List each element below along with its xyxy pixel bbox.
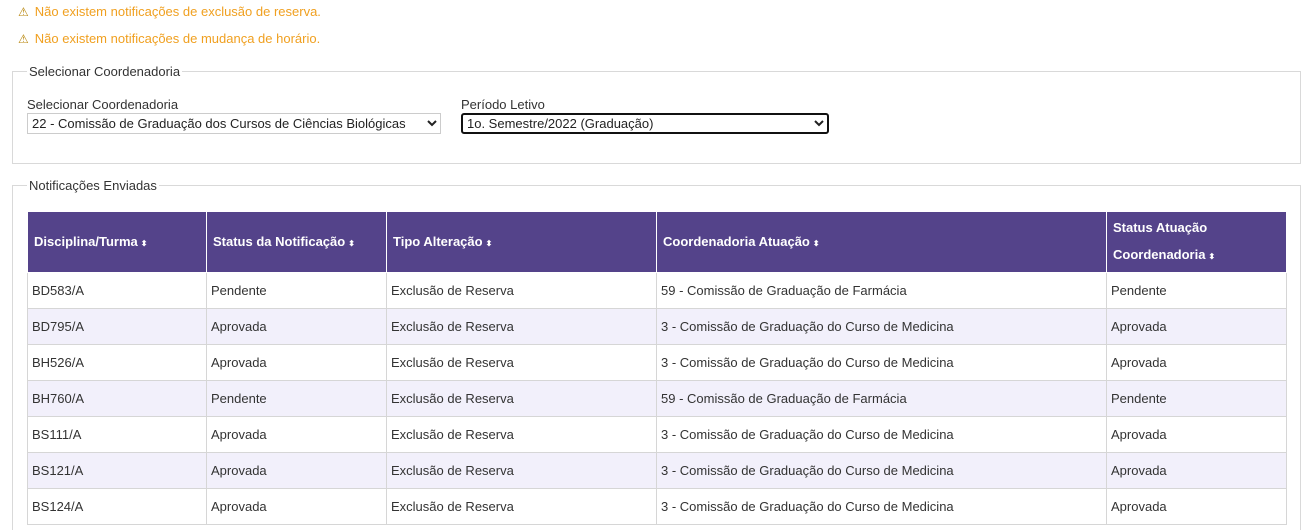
cell-status-atuacao: Aprovada xyxy=(1106,308,1287,345)
column-header-status-notificacao[interactable]: Status da Notificação ⬍ xyxy=(206,211,387,273)
sort-icon: ⬍ xyxy=(1208,252,1216,261)
sort-icon: ⬍ xyxy=(812,238,820,248)
cell-coordenadoria-atuacao: 59 - Comissão de Graduação de Farmácia xyxy=(656,380,1107,417)
cell-coordenadoria-atuacao: 3 - Comissão de Graduação do Curso de Me… xyxy=(656,308,1107,345)
cell-coordenadoria-atuacao: 3 - Comissão de Graduação do Curso de Me… xyxy=(656,488,1107,525)
table-row: BS121/A Aprovada Exclusão de Reserva 3 -… xyxy=(27,452,1287,489)
column-header-status-atuacao[interactable]: Status Atuação Coordenadoria ⬍ xyxy=(1106,211,1287,273)
cell-tipo-alteracao: Exclusão de Reserva xyxy=(386,452,657,489)
cell-status-notificacao: Aprovada xyxy=(206,452,387,489)
table-header-row: Disciplina/Turma ⬍ Status da Notificação ⬍… xyxy=(27,211,1287,273)
notifications-table: Disciplina/Turma ⬍ Status da Notificação ⬍… xyxy=(27,211,1287,525)
column-header-disciplina[interactable]: Disciplina/Turma ⬍ xyxy=(27,211,207,273)
cell-status-atuacao: Pendente xyxy=(1106,380,1287,417)
table-row: BH526/A Aprovada Exclusão de Reserva 3 -… xyxy=(27,344,1287,381)
cell-coordenadoria-atuacao: 3 - Comissão de Graduação do Curso de Me… xyxy=(656,416,1107,453)
cell-tipo-alteracao: Exclusão de Reserva xyxy=(386,488,657,525)
cell-tipo-alteracao: Exclusão de Reserva xyxy=(386,272,657,309)
cell-status-notificacao: Aprovada xyxy=(206,308,387,345)
alert-text: Não existem notificações de mudança de h… xyxy=(34,31,321,46)
sort-icon: ⬍ xyxy=(348,238,355,248)
table-row: BD795/A Aprovada Exclusão de Reserva 3 -… xyxy=(27,308,1287,345)
panel-legend: Notificações Enviadas xyxy=(29,178,157,193)
cell-tipo-alteracao: Exclusão de Reserva xyxy=(386,308,657,345)
column-header-coordenadoria-atuacao[interactable]: Coordenadoria Atuação ⬍ xyxy=(656,211,1107,273)
cell-coordenadoria-atuacao: 3 - Comissão de Graduação do Curso de Me… xyxy=(656,344,1107,381)
table-row: BH760/A Pendente Exclusão de Reserva 59 … xyxy=(27,380,1287,417)
cell-status-notificacao: Aprovada xyxy=(206,488,387,525)
cell-disciplina: BH760/A xyxy=(27,380,207,417)
cell-tipo-alteracao: Exclusão de Reserva xyxy=(386,380,657,417)
cell-status-notificacao: Pendente xyxy=(206,380,387,417)
cell-status-notificacao: Pendente xyxy=(206,272,387,309)
alert-text: Não existem notificações de exclusão de … xyxy=(34,4,321,19)
cell-coordenadoria-atuacao: 59 - Comissão de Graduação de Farmácia xyxy=(656,272,1107,309)
cell-disciplina: BS124/A xyxy=(27,488,207,525)
cell-disciplina: BS121/A xyxy=(27,452,207,489)
periodo-select[interactable]: 1o. Semestre/2022 (Graduação) xyxy=(461,113,829,134)
cell-status-atuacao: Aprovada xyxy=(1106,452,1287,489)
periodo-label: Período Letivo xyxy=(461,97,545,112)
cell-disciplina: BD583/A xyxy=(27,272,207,309)
cell-tipo-alteracao: Exclusão de Reserva xyxy=(386,416,657,453)
coordenadoria-select[interactable]: 22 - Comissão de Graduação dos Cursos de… xyxy=(27,113,441,134)
cell-disciplina: BD795/A xyxy=(27,308,207,345)
coordenadoria-label: Selecionar Coordenadoria xyxy=(27,97,179,112)
table-row: BD583/A Pendente Exclusão de Reserva 59 … xyxy=(27,272,1287,309)
periodo-field: Período Letivo 1o. Semestre/2022 (Gradua… xyxy=(461,97,829,134)
cell-status-notificacao: Aprovada xyxy=(206,344,387,381)
cell-tipo-alteracao: Exclusão de Reserva xyxy=(386,344,657,381)
alert-no-reservation-exclusion: ⚠ Não existem notificações de exclusão d… xyxy=(18,4,321,19)
cell-status-atuacao: Aprovada xyxy=(1106,416,1287,453)
column-header-tipo-alteracao[interactable]: Tipo Alteração ⬍ xyxy=(386,211,657,273)
panel-legend: Selecionar Coordenadoria xyxy=(29,64,181,79)
cell-status-atuacao: Aprovada xyxy=(1106,488,1287,525)
cell-disciplina: BH526/A xyxy=(27,344,207,381)
cell-status-notificacao: Aprovada xyxy=(206,416,387,453)
cell-status-atuacao: Aprovada xyxy=(1106,344,1287,381)
alert-no-schedule-change: ⚠ Não existem notificações de mudança de… xyxy=(18,31,320,46)
coordenadoria-field: Selecionar Coordenadoria 22 - Comissão d… xyxy=(27,97,441,134)
warning-icon: ⚠ xyxy=(18,4,29,19)
sort-icon: ⬍ xyxy=(485,238,493,248)
sort-icon: ⬍ xyxy=(140,238,148,248)
warning-icon: ⚠ xyxy=(18,31,29,46)
cell-coordenadoria-atuacao: 3 - Comissão de Graduação do Curso de Me… xyxy=(656,452,1107,489)
table-row: BS124/A Aprovada Exclusão de Reserva 3 -… xyxy=(27,488,1287,525)
cell-status-atuacao: Pendente xyxy=(1106,272,1287,309)
cell-disciplina: BS111/A xyxy=(27,416,207,453)
table-row: BS111/A Aprovada Exclusão de Reserva 3 -… xyxy=(27,416,1287,453)
